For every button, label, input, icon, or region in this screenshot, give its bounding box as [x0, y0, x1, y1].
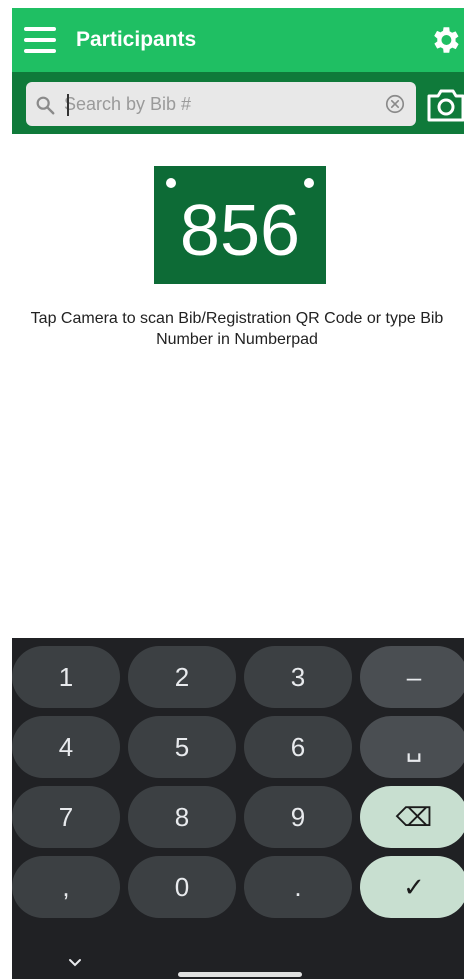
key-0[interactable]: 0 [128, 856, 236, 918]
numeric-keyboard: 1 2 3 – 4 5 6 ␣ 7 8 9 ⌫ , 0 . ✓ [12, 638, 464, 979]
bib-hole-right [304, 178, 314, 188]
bib-number: 856 [179, 191, 301, 271]
gesture-handle [178, 972, 302, 977]
key-4[interactable]: 4 [12, 716, 120, 778]
instructions-line-1: Tap Camera to scan Bib/Registration QR C… [30, 310, 444, 327]
text-cursor [67, 94, 69, 116]
search-input[interactable] [64, 90, 364, 118]
key-backspace[interactable]: ⌫ [360, 786, 464, 848]
app-bar: Participants [12, 8, 464, 72]
search-box[interactable] [26, 82, 416, 126]
key-enter[interactable]: ✓ [360, 856, 464, 918]
key-1[interactable]: 1 [12, 646, 120, 708]
key-period[interactable]: . [244, 856, 352, 918]
instructions-text: Tap Camera to scan Bib/Registration QR C… [12, 308, 464, 350]
app-screen: Participants 856 Tap Camera to s [12, 8, 464, 979]
chevron-down-icon[interactable] [68, 957, 82, 967]
key-9[interactable]: 9 [244, 786, 352, 848]
page-title: Participants [76, 28, 197, 51]
camera-icon[interactable] [426, 88, 464, 122]
key-2[interactable]: 2 [128, 646, 236, 708]
key-7[interactable]: 7 [12, 786, 120, 848]
key-6[interactable]: 6 [244, 716, 352, 778]
key-comma[interactable]: , [12, 856, 120, 918]
bib-hole-left [166, 178, 176, 188]
clear-icon[interactable] [384, 93, 406, 115]
window-margin [0, 0, 12, 979]
menu-icon[interactable] [24, 27, 56, 53]
key-3[interactable]: 3 [244, 646, 352, 708]
key-minus[interactable]: – [360, 646, 464, 708]
gear-icon[interactable] [428, 23, 462, 57]
instructions-line-2: Number in Numberpad [156, 331, 318, 348]
search-icon [36, 96, 55, 115]
key-5[interactable]: 5 [128, 716, 236, 778]
bib-badge: 856 [154, 166, 326, 284]
key-8[interactable]: 8 [128, 786, 236, 848]
search-bar [12, 72, 464, 134]
key-space[interactable]: ␣ [360, 716, 464, 778]
